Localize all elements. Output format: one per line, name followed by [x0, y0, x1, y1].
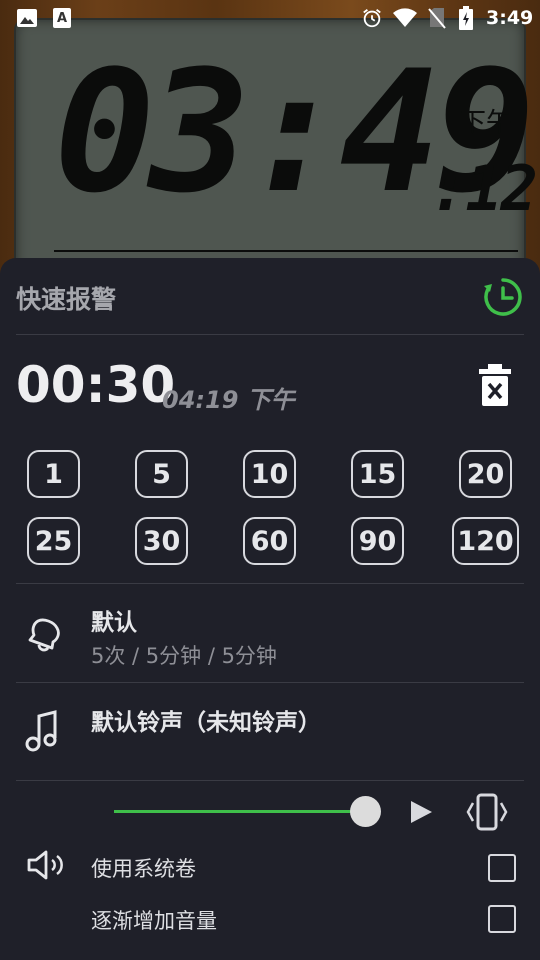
use-system-volume-label: 使用系统卷: [91, 857, 196, 881]
minute-chip-20[interactable]: 20: [459, 450, 512, 498]
history-icon[interactable]: [482, 276, 524, 318]
volume-icon: [27, 850, 63, 880]
image-icon: [17, 9, 37, 27]
clock-seconds: :12: [430, 152, 538, 225]
divider: [16, 334, 524, 335]
svg-text:A: A: [57, 11, 67, 26]
volume-slider-track[interactable]: [114, 810, 365, 813]
gradual-volume-checkbox[interactable]: [488, 905, 516, 933]
minute-chip-25[interactable]: 25: [27, 517, 80, 565]
countdown-time: 00:30: [16, 356, 176, 414]
music-note-icon: [25, 710, 57, 752]
battery-charging-icon: [459, 6, 473, 30]
text-icon: A: [53, 8, 71, 28]
status-bar: A 3:49: [0, 0, 540, 36]
snooze-subtitle: 5次 / 5分钟 / 5分钟: [91, 644, 277, 668]
gradual-volume-label: 逐渐增加音量: [91, 909, 217, 933]
use-system-volume-checkbox[interactable]: [488, 854, 516, 882]
ringtone-title: 默认铃声（未知铃声）: [91, 710, 321, 736]
wifi-icon: [393, 8, 417, 27]
vibrate-icon[interactable]: [465, 793, 509, 831]
no-sim-icon: [428, 8, 446, 29]
minute-chip-10[interactable]: 10: [243, 450, 296, 498]
divider: [16, 583, 524, 584]
bell-icon: [28, 618, 60, 652]
divider: [16, 780, 524, 781]
status-time: 3:49: [486, 7, 534, 29]
quick-alarm-sheet: 快速报警 00:30 04:19 下午 1 5 10 15 20 25 30 6…: [0, 258, 540, 960]
minute-chip-60[interactable]: 60: [243, 517, 296, 565]
minute-chip-15[interactable]: 15: [351, 450, 404, 498]
sheet-title: 快速报警: [16, 285, 117, 314]
alarm-icon: [363, 9, 381, 28]
minute-chip-5[interactable]: 5: [135, 450, 188, 498]
clock-ampm: 下午: [460, 108, 513, 138]
minute-chip-120[interactable]: 120: [452, 517, 519, 565]
minute-chip-1[interactable]: 1: [27, 450, 80, 498]
minute-chip-30[interactable]: 30: [135, 517, 188, 565]
divider: [16, 682, 524, 683]
clock-divider: [54, 250, 518, 252]
snooze-title: 默认: [91, 610, 137, 636]
volume-slider-thumb[interactable]: [350, 796, 381, 827]
play-icon[interactable]: [408, 799, 434, 825]
lcd-clock-face: 03:49 下午 :12: [14, 18, 538, 292]
minute-chip-90[interactable]: 90: [351, 517, 404, 565]
due-time: 04:19 下午: [162, 386, 295, 414]
delete-icon[interactable]: [478, 364, 512, 406]
